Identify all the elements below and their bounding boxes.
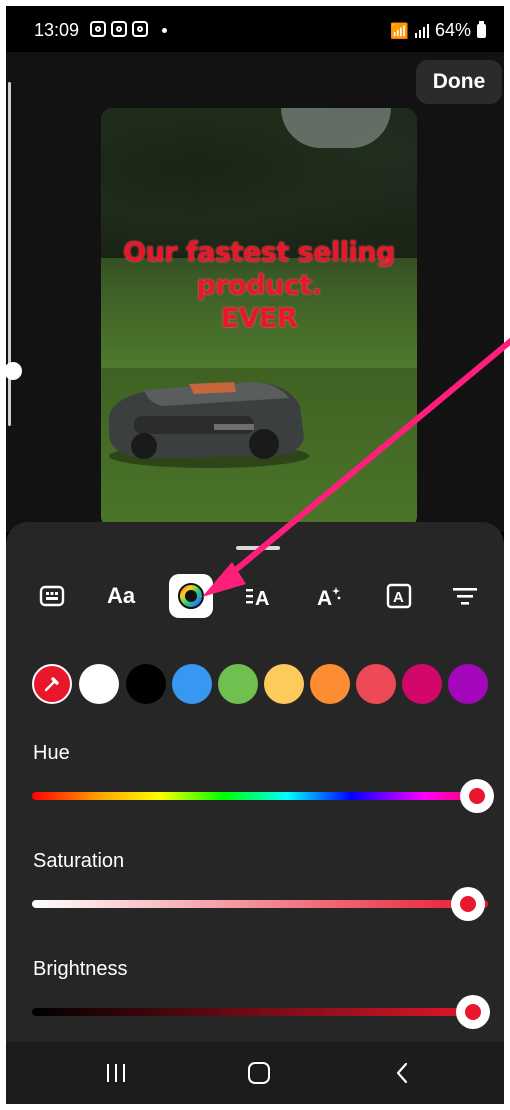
brightness-slider-knob[interactable]: [456, 995, 490, 1029]
svg-text:A: A: [255, 588, 269, 608]
drag-handle[interactable]: [236, 546, 280, 550]
overlay-text-line: product.: [196, 270, 322, 301]
instagram-icon: [132, 21, 148, 37]
hue-label: Hue: [33, 742, 70, 764]
text-tools-row: Aa A A A: [30, 574, 486, 618]
status-right: 📶 64%: [390, 20, 486, 41]
text-effects-icon: A: [317, 587, 341, 609]
saturation-slider-knob[interactable]: [451, 887, 485, 921]
notification-dot-icon: [162, 28, 167, 33]
battery-percent: 64%: [434, 20, 471, 40]
saturation-slider[interactable]: [32, 900, 488, 908]
back-button[interactable]: [380, 1058, 424, 1088]
recent-apps-button[interactable]: [94, 1058, 138, 1088]
swatch-yellow[interactable]: [264, 664, 304, 704]
home-icon: [248, 1062, 270, 1084]
svg-text:A: A: [393, 589, 404, 606]
swatch-blue[interactable]: [172, 664, 212, 704]
robot-mower-image: [109, 382, 309, 468]
wifi-icon: 📶: [390, 22, 409, 40]
swatch-black[interactable]: [126, 664, 166, 704]
color-wheel-icon: [178, 583, 204, 609]
keyboard-tool-button[interactable]: [30, 574, 74, 618]
background-tool-button[interactable]: A: [377, 574, 421, 618]
eyedropper-icon: [44, 677, 59, 692]
notification-icons: [90, 21, 148, 37]
hue-slider-knob[interactable]: [460, 779, 494, 813]
saturation-label: Saturation: [33, 850, 125, 872]
instagram-icon: [90, 21, 106, 37]
text-style-panel: Aa A A A Hue Saturation Brightness: [6, 522, 504, 1042]
text-size-slider[interactable]: [6, 82, 22, 426]
swatch-white[interactable]: [79, 664, 119, 704]
text-background-icon: A: [386, 583, 412, 609]
overlay-text-line: Our fastest selling: [123, 237, 395, 268]
effects-tool-button[interactable]: A: [308, 574, 352, 618]
hue-slider[interactable]: [32, 792, 488, 800]
swatch-green[interactable]: [218, 664, 258, 704]
overlay-text-line: EVER: [220, 303, 298, 334]
swatch-purple[interactable]: [448, 664, 488, 704]
swatch-coral[interactable]: [356, 664, 396, 704]
status-bar: 13:09 📶 64%: [6, 6, 504, 52]
brightness-label: Brightness: [33, 958, 128, 980]
more-tool-button[interactable]: [443, 574, 487, 618]
story-editor: Done Our fastest selling product. EVER: [6, 52, 504, 532]
svg-text:A: A: [317, 587, 332, 609]
text-align-icon: A: [246, 588, 269, 608]
instagram-icon: [111, 21, 127, 37]
brightness-slider[interactable]: [32, 1008, 488, 1016]
recent-apps-icon: [107, 1064, 125, 1082]
status-time: 13:09: [34, 20, 80, 40]
system-nav-bar: [6, 1042, 504, 1104]
text-size-knob[interactable]: [6, 362, 22, 380]
color-tool-button[interactable]: [169, 574, 213, 618]
back-icon: [396, 1062, 408, 1084]
signal-icon: [414, 23, 429, 38]
lines-menu-icon: [453, 588, 477, 605]
phone-screen: 13:09 📶 64% Done Our fastest selling pro…: [6, 6, 504, 1104]
swatch-orange[interactable]: [310, 664, 350, 704]
eyedropper-button[interactable]: [32, 664, 72, 704]
story-text-overlay[interactable]: Our fastest selling product. EVER: [101, 236, 417, 335]
home-button[interactable]: [237, 1058, 281, 1088]
swatch-magenta[interactable]: [402, 664, 442, 704]
keyboard-icon: [39, 585, 65, 607]
story-preview: Our fastest selling product. EVER: [101, 108, 417, 528]
alignment-tool-button[interactable]: A: [238, 574, 282, 618]
battery-icon: [477, 20, 486, 38]
font-tool-button[interactable]: Aa: [99, 574, 143, 618]
done-button[interactable]: Done: [416, 60, 502, 104]
